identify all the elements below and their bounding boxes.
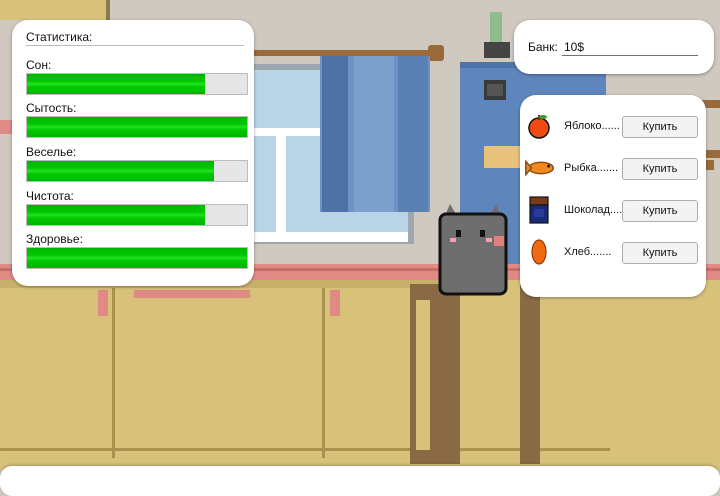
stat-label-satiety: Сытость: [26, 101, 77, 115]
bank-balance-field: 10$ [562, 38, 698, 56]
shop-item-name: Рыбка....... [564, 162, 619, 174]
stats-title: Статистика: [26, 30, 93, 44]
sleep-bar [26, 73, 248, 95]
apple-icon [528, 115, 550, 139]
stat-label-health: Здоровье: [26, 232, 83, 246]
fun-bar [26, 160, 248, 182]
satiety-bar [26, 116, 248, 138]
fun-bar-fill [27, 161, 214, 181]
satiety-bar-fill [27, 117, 247, 137]
cleanliness-bar-fill [27, 205, 206, 225]
bank-label: Банк: [528, 40, 558, 54]
shop-item-name: Яблоко...... [564, 120, 620, 132]
buy-fish-button[interactable]: Купить [622, 158, 698, 180]
cleanliness-bar [26, 204, 248, 226]
buy-bread-button[interactable]: Купить [622, 242, 698, 264]
stats-panel: Статистика: Сон: Сытость: Веселье: Чисто… [12, 20, 254, 286]
shop-item-name: Хлеб....... [564, 246, 612, 258]
shop-item-apple: Яблоко...... Купить [526, 111, 702, 141]
health-bar [26, 247, 248, 269]
shop-item-fish: Рыбка....... Купить [525, 153, 702, 183]
cat-icon [438, 204, 508, 296]
stats-divider [26, 45, 244, 46]
bread-icon [531, 239, 547, 265]
stat-label-fun: Веселье: [26, 145, 77, 159]
buy-chocolate-button[interactable]: Купить [622, 200, 698, 222]
stat-label-sleep: Сон: [26, 58, 52, 72]
fish-icon [525, 159, 555, 177]
shop-item-chocolate: Шоколад.... Купить [526, 195, 702, 225]
shop-item-name: Шоколад.... [564, 204, 623, 216]
health-bar-fill [27, 248, 247, 268]
bank-panel: Банк: 10$ [514, 20, 714, 74]
shop-item-bread: Хлеб....... Купить [526, 237, 702, 267]
buy-apple-button[interactable]: Купить [622, 116, 698, 138]
stat-label-cleanliness: Чистота: [26, 189, 74, 203]
sleep-bar-fill [27, 74, 206, 94]
shop-panel: Яблоко...... Купить Рыбка....... Купить … [520, 95, 706, 297]
chocolate-icon [529, 196, 549, 224]
bottom-panel [0, 466, 720, 496]
